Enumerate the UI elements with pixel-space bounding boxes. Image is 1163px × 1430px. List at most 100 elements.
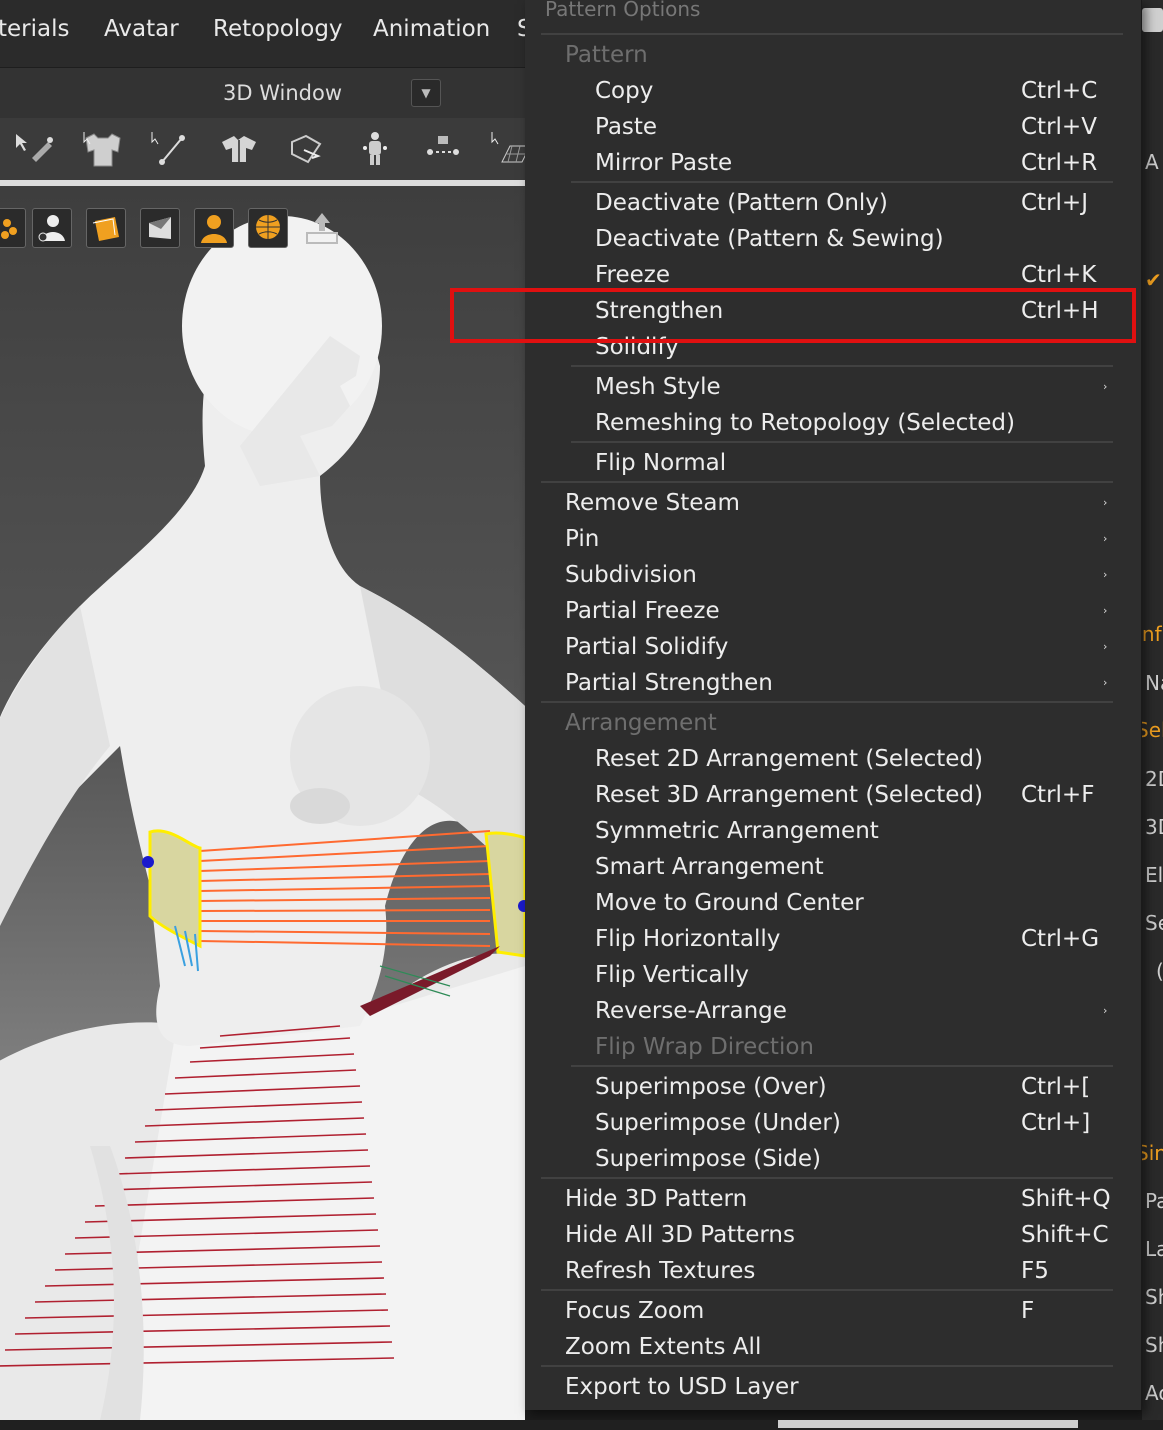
menu-item-flip-horizontally[interactable]: Flip Horizontally: [595, 921, 780, 957]
menu-item-solidify[interactable]: Solidify: [595, 329, 679, 365]
submenu-arrow-icon: ›: [1103, 568, 1108, 581]
menu-item-deactivate-pattern-sewing[interactable]: Deactivate (Pattern & Sewing): [595, 221, 944, 257]
menu-item-deactivate-pattern-only[interactable]: Deactivate (Pattern Only): [595, 185, 888, 221]
menu-item-hide-all-3d-patterns[interactable]: Hide All 3D Patterns: [565, 1217, 795, 1253]
menu-avatar[interactable]: Avatar: [104, 16, 179, 42]
menu-item-reverse-arrange[interactable]: Reverse-Arrange: [595, 993, 787, 1029]
menu-item-symmetric-arrangement[interactable]: Symmetric Arrangement: [595, 813, 879, 849]
panel-label: La: [1145, 1237, 1163, 1261]
menu-item-zoom-extents-all[interactable]: Zoom Extents All: [565, 1329, 761, 1365]
environment-globe-icon[interactable]: [248, 208, 288, 248]
menu-item-superimpose-side[interactable]: Superimpose (Side): [595, 1141, 821, 1177]
menu-animation[interactable]: Animation: [373, 16, 490, 42]
menu-item-copy[interactable]: Copy: [595, 73, 653, 109]
panel-label: Sh: [1145, 1333, 1163, 1357]
shortcut-copy: Ctrl+C: [1021, 78, 1098, 104]
avatar-pose-tool-icon[interactable]: [352, 128, 398, 170]
shortcut-flip-horizontally: Ctrl+G: [1021, 926, 1100, 952]
panel-label: Na: [1145, 671, 1163, 695]
shortcut-focus-zoom: F: [1021, 1298, 1035, 1324]
export-upload-icon[interactable]: [302, 208, 342, 248]
edit-point-tool-icon[interactable]: [148, 128, 194, 170]
menu-item-superimpose-under[interactable]: Superimpose (Under): [595, 1105, 841, 1141]
window-title: 3D Window: [223, 81, 343, 105]
panel-scrollbar-thumb[interactable]: [1142, 8, 1163, 32]
menu-item-flip-wrap-direction: Flip Wrap Direction: [595, 1034, 814, 1060]
menu-item-flip-vertically[interactable]: Flip Vertically: [595, 957, 749, 993]
menu-item-partial-solidify[interactable]: Partial Solidify: [565, 629, 728, 665]
arrange-tool-icon[interactable]: [284, 128, 330, 170]
measure-tool-icon[interactable]: [420, 128, 466, 170]
viewport-mode-button[interactable]: [0, 208, 26, 248]
menu-item-hide-3d-pattern[interactable]: Hide 3D Pattern: [565, 1181, 747, 1217]
menu-item-pin[interactable]: Pin: [565, 521, 599, 557]
shortcut-hide-all-3d-patterns: Shift+C: [1021, 1222, 1109, 1248]
window-header: 3D Window: [0, 68, 525, 118]
show-texture-icon[interactable]: [140, 208, 180, 248]
menu-item-paste[interactable]: Paste: [595, 109, 657, 145]
shortcut-reset-3d-arrangement: Ctrl+F: [1021, 782, 1095, 808]
menu-item-smart-arrangement[interactable]: Smart Arrangement: [595, 849, 824, 885]
menu-separator: [541, 33, 1123, 35]
status-strip: [0, 1420, 1163, 1430]
submenu-arrow-icon: ›: [1103, 380, 1108, 393]
submenu-arrow-icon: ›: [1103, 532, 1108, 545]
menu-item-refresh-textures[interactable]: Refresh Textures: [565, 1253, 755, 1289]
menu-item-strengthen[interactable]: Strengthen: [595, 293, 723, 329]
submenu-arrow-icon: ›: [1103, 640, 1108, 653]
panel-label: 2D: [1145, 767, 1163, 791]
submenu-arrow-icon: ›: [1103, 1004, 1108, 1017]
menu-materials[interactable]: terials: [0, 16, 69, 42]
window-dropdown-button[interactable]: ▼: [411, 79, 441, 107]
menu-item-export-to-usd-layer[interactable]: Export to USD Layer: [565, 1369, 799, 1405]
menu-item-freeze[interactable]: Freeze: [595, 257, 670, 293]
panel-section-info: Inf: [1142, 622, 1162, 646]
menu-item-remeshing-to-retopology[interactable]: Remeshing to Retopology (Selected): [595, 405, 1015, 441]
menu-item-subdivision[interactable]: Subdivision: [565, 557, 697, 593]
menu-item-remove-steam[interactable]: Remove Steam: [565, 485, 740, 521]
check-icon: ✔: [1145, 268, 1162, 292]
menu-group-arrangement: Arrangement: [565, 710, 717, 736]
menu-item-reset-3d-arrangement[interactable]: Reset 3D Arrangement (Selected): [595, 777, 983, 813]
fold-tool-icon[interactable]: [216, 128, 262, 170]
menu-separator: [541, 1289, 1113, 1291]
property-panel: A ✔ Inf Na Sel 2D 3D El Se ( Sin Pa La S…: [1142, 0, 1163, 1420]
panel-label: 3D: [1145, 815, 1163, 839]
menu-separator: [571, 441, 1113, 443]
menu-retopology[interactable]: Retopology: [213, 16, 343, 42]
menu-item-partial-freeze[interactable]: Partial Freeze: [565, 593, 720, 629]
menu-item-mirror-paste[interactable]: Mirror Paste: [595, 145, 732, 181]
select-move-tool-icon[interactable]: [12, 128, 58, 170]
avatar-skin-icon[interactable]: [194, 208, 234, 248]
submenu-arrow-icon: ›: [1103, 676, 1108, 689]
panel-label: (: [1156, 959, 1163, 983]
menu-bar: terials Avatar Retopology Animation S: [0, 0, 532, 68]
panel-label: Pa: [1145, 1189, 1163, 1213]
avatar-scene: [0, 216, 525, 1420]
shortcut-strengthen: Ctrl+H: [1021, 298, 1099, 324]
menu-item-superimpose-over[interactable]: Superimpose (Over): [595, 1069, 827, 1105]
3d-viewport[interactable]: [0, 186, 525, 1420]
submenu-arrow-icon: ›: [1103, 604, 1108, 617]
menu-item-flip-normal[interactable]: Flip Normal: [595, 445, 726, 481]
shortcut-superimpose-over: Ctrl+[: [1021, 1074, 1091, 1100]
panel-label: Ac: [1145, 1381, 1163, 1405]
show-garment-icon[interactable]: [86, 208, 126, 248]
shortcut-freeze: Ctrl+K: [1021, 262, 1097, 288]
panel-label: A: [1145, 150, 1159, 174]
shortcut-hide-3d-pattern: Shift+Q: [1021, 1186, 1111, 1212]
show-avatar-icon[interactable]: [32, 208, 72, 248]
menu-separator: [541, 701, 1113, 703]
menu-item-move-to-ground-center[interactable]: Move to Ground Center: [595, 885, 864, 921]
garment-tool-icon[interactable]: [80, 128, 126, 170]
panel-label: Se: [1145, 911, 1163, 935]
menu-item-mesh-style[interactable]: Mesh Style: [595, 369, 721, 405]
menu-item-partial-strengthen[interactable]: Partial Strengthen: [565, 665, 773, 701]
menu-item-focus-zoom[interactable]: Focus Zoom: [565, 1293, 704, 1329]
panel-section-simulation: Sin: [1142, 1141, 1163, 1165]
menu-item-reset-2d-arrangement[interactable]: Reset 2D Arrangement (Selected): [595, 741, 983, 777]
menu-title: Pattern Options: [545, 0, 701, 21]
shortcut-paste: Ctrl+V: [1021, 114, 1097, 140]
menu-separator: [541, 1177, 1113, 1179]
bottom-control-strip: [778, 1420, 1078, 1428]
